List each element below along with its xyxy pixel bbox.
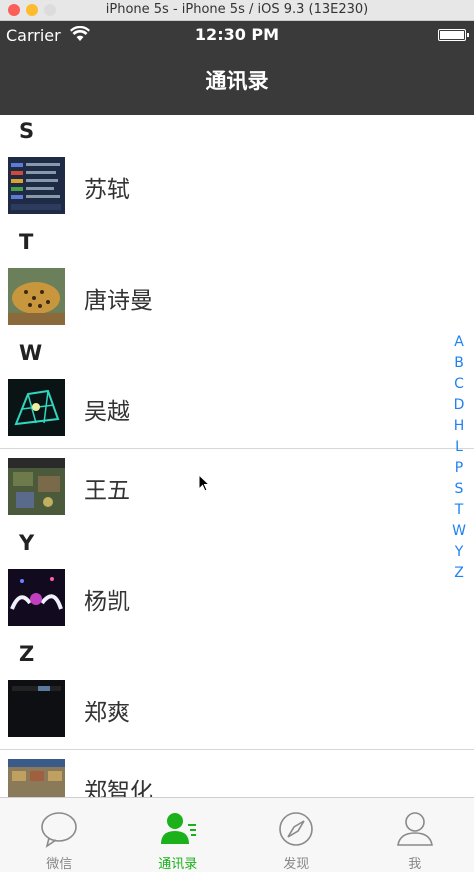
window-title: iPhone 5s - iPhone 5s / iOS 9.3 (13E230): [0, 0, 474, 20]
index-letter-a[interactable]: A: [448, 332, 470, 353]
contact-name: 吴越: [84, 392, 130, 426]
simulator-title-bar: iPhone 5s - iPhone 5s / iOS 9.3 (13E230): [0, 0, 474, 21]
contacts-list[interactable]: S 苏轼 T 唐诗曼: [0, 115, 474, 797]
contact-name: 杨凯: [84, 582, 130, 616]
index-letter-z[interactable]: Z: [448, 563, 470, 584]
contact-name: 唐诗曼: [84, 281, 153, 315]
tab-label: 微信: [0, 853, 119, 872]
index-letter-t[interactable]: T: [448, 500, 470, 521]
section-header-w: W: [0, 337, 474, 370]
section-index[interactable]: A B C D H L P S T W Y Z: [448, 332, 470, 584]
avatar: [8, 458, 65, 515]
index-letter-h[interactable]: H: [448, 416, 470, 437]
contact-row[interactable]: 杨凯: [0, 560, 474, 638]
compass-icon: [276, 810, 316, 848]
contact-row[interactable]: 苏轼: [0, 148, 474, 226]
avatar: [8, 569, 65, 626]
contact-row[interactable]: 郑爽: [0, 671, 474, 750]
section-header-t: T: [0, 226, 474, 259]
navigation-bar: 通讯录: [0, 51, 474, 115]
contact-row[interactable]: 郑智化: [0, 750, 474, 797]
person-icon: [395, 810, 435, 848]
contact-name: 郑智化: [84, 772, 153, 797]
index-letter-l[interactable]: L: [448, 437, 470, 458]
avatar: [8, 379, 65, 436]
status-bar: Carrier 12:30 PM: [0, 21, 474, 51]
avatar: [8, 680, 65, 737]
tab-discover[interactable]: 发现: [237, 798, 356, 872]
avatar: [8, 759, 65, 797]
contact-name: 王五: [84, 471, 130, 505]
tab-chats[interactable]: 微信: [0, 798, 119, 872]
tab-me[interactable]: 我: [356, 798, 474, 872]
section-header-s: S: [0, 115, 474, 148]
avatar: [8, 268, 65, 325]
contact-row[interactable]: 唐诗曼: [0, 259, 474, 337]
index-letter-y[interactable]: Y: [448, 542, 470, 563]
tab-label: 发现: [237, 853, 356, 872]
section-header-z: Z: [0, 638, 474, 671]
contacts-icon: [158, 810, 198, 848]
index-letter-c[interactable]: C: [448, 374, 470, 395]
index-letter-d[interactable]: D: [448, 395, 470, 416]
index-letter-w[interactable]: W: [448, 521, 470, 542]
chat-bubble-icon: [39, 810, 79, 848]
contact-name: 苏轼: [84, 170, 130, 204]
tab-label: 我: [356, 853, 474, 872]
mouse-cursor-icon: [198, 474, 212, 494]
page-title: 通讯录: [0, 51, 474, 111]
status-time: 12:30 PM: [0, 25, 474, 44]
contact-row[interactable]: 王五: [0, 449, 474, 527]
index-letter-b[interactable]: B: [448, 353, 470, 374]
tab-label: 通讯录: [119, 853, 238, 872]
avatar: [8, 157, 65, 214]
tab-bar: 微信 通讯录 发现 我: [0, 797, 474, 872]
battery-icon: [438, 29, 466, 41]
tab-contacts[interactable]: 通讯录: [119, 798, 238, 872]
index-letter-p[interactable]: P: [448, 458, 470, 479]
section-header-y: Y: [0, 527, 474, 560]
index-letter-s[interactable]: S: [448, 479, 470, 500]
contact-name: 郑爽: [84, 693, 130, 727]
contact-row[interactable]: 吴越: [0, 370, 474, 449]
